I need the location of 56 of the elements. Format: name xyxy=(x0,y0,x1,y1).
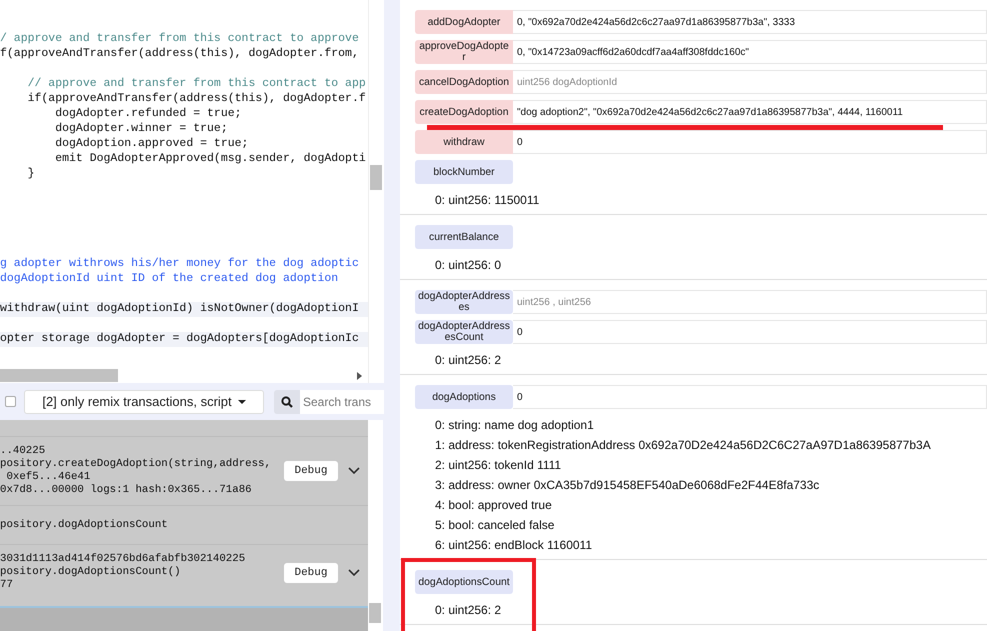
search-field[interactable]: Search trans xyxy=(300,390,384,414)
vertical-scrollbar[interactable] xyxy=(368,420,383,631)
function-button[interactable]: approveDogAdopter xyxy=(415,40,513,64)
search-icon xyxy=(281,396,293,408)
code-line: dogAdoption.approved = true; xyxy=(54,137,250,152)
result-text: 0: string: name dog adoption1 xyxy=(434,417,594,434)
chevron-down-icon[interactable] xyxy=(348,568,360,576)
argument-field[interactable]: uint256 dogAdoptionId xyxy=(513,70,987,94)
result-text: 2: uint256: tokenId 1111 xyxy=(434,457,562,474)
argument-field[interactable]: 0, "0x14723a09acff6d2a60dcdf7aa4aff308fddc160c" xyxy=(513,40,987,64)
function-button[interactable]: dogAdopterAddressesCount xyxy=(415,320,513,344)
log-entry: 3031d1113ad414f02576bd6afabfb302140225 pository.dogAdoptionsCount() 77 xyxy=(0,553,246,592)
comment-line: / approve and transfer from this contract to approve xyxy=(0,32,360,47)
log-entry: pository.dogAdoptionsCount xyxy=(0,518,169,532)
result-text: 0: uint256: 0 xyxy=(434,257,502,274)
vertical-scrollbar[interactable] xyxy=(368,0,384,383)
result-text: 0: uint256: 2 xyxy=(434,602,502,619)
comment-line: g adopter withrows his/her money for the dog adoptic xyxy=(0,257,360,272)
code-line: dogAdopter.winner = true; xyxy=(54,122,229,137)
result-text: 6: uint256: endBlock 1160011 xyxy=(434,537,592,554)
argument-field[interactable]: "dog adoption2", "0x692a70d2e424a56d2c6c27aa97d1a86395877b3a", 4444, 1160011 xyxy=(513,100,987,124)
result-text: 5: bool: canceled false xyxy=(434,517,554,534)
function-button[interactable]: dogAdopterAddresses xyxy=(415,290,513,314)
code-line: emit DogAdopterApproved(msg.sender, dogAdopti xyxy=(54,152,367,167)
result-text: 0: uint256: 1150011 xyxy=(434,192,540,209)
result-text: 0: uint256: 2 xyxy=(434,352,502,369)
filter-dropdown[interactable]: [2] only remix transactions, script xyxy=(24,390,264,414)
result-text: 1: address: tokenRegistrationAddress 0x692a70D2e424a56D2C6C27aA97D1a86395877b3A xyxy=(434,437,931,454)
function-button[interactable]: blockNumber xyxy=(415,160,513,184)
search-button[interactable] xyxy=(274,390,300,414)
code-line: if(approveAndTransfer(address(this), dogAdopter.f xyxy=(26,92,367,107)
debug-button[interactable]: Debug xyxy=(284,562,338,582)
function-button[interactable]: cancelDogAdoption xyxy=(415,70,513,94)
function-button[interactable]: addDogAdopter xyxy=(415,10,513,34)
caret-icon xyxy=(238,400,246,404)
argument-field[interactable]: 0 xyxy=(513,385,987,409)
argument-field[interactable]: 0 xyxy=(513,130,987,154)
function-button[interactable]: dogAdoptionsCount xyxy=(415,570,513,594)
log-entry: ..40225 pository.createDogAdoption(string,address, 0xef5...46e41 0x7d8...00000 logs:1 hash:0x365...71a86 xyxy=(0,445,272,497)
code-line: f(approveAndTransfer(address(this), dogAdopter.from, xyxy=(0,47,360,62)
result-text: 4: bool: approved true xyxy=(434,497,552,514)
function-button[interactable]: withdraw xyxy=(415,130,513,154)
argument-field[interactable]: 0 xyxy=(513,320,987,344)
checkbox[interactable] xyxy=(5,396,16,407)
result-text: 3: address: owner 0xCA35b7d915458EF540aDe6068dFe2F44E8fa733c xyxy=(434,477,820,494)
comment-line: dogAdoptionId uint ID of the created dog adoption xyxy=(0,272,340,287)
function-button[interactable]: createDogAdoption xyxy=(415,100,513,124)
argument-field[interactable]: uint256 , uint256 xyxy=(513,290,987,314)
function-button[interactable]: currentBalance xyxy=(415,225,513,249)
comment-line: // approve and transfer from this contract to app xyxy=(26,77,367,92)
argument-field[interactable]: 0, "0x692a70d2e424a56d2c6c27aa97d1a86395877b3a", 3333 xyxy=(513,10,987,34)
code-line: dogAdopter.refunded = true; xyxy=(54,107,243,122)
code-line: } xyxy=(26,167,36,182)
debug-button[interactable]: Debug xyxy=(284,461,338,481)
function-button[interactable]: dogAdoptions xyxy=(415,385,513,409)
chevron-down-icon[interactable] xyxy=(348,467,360,475)
